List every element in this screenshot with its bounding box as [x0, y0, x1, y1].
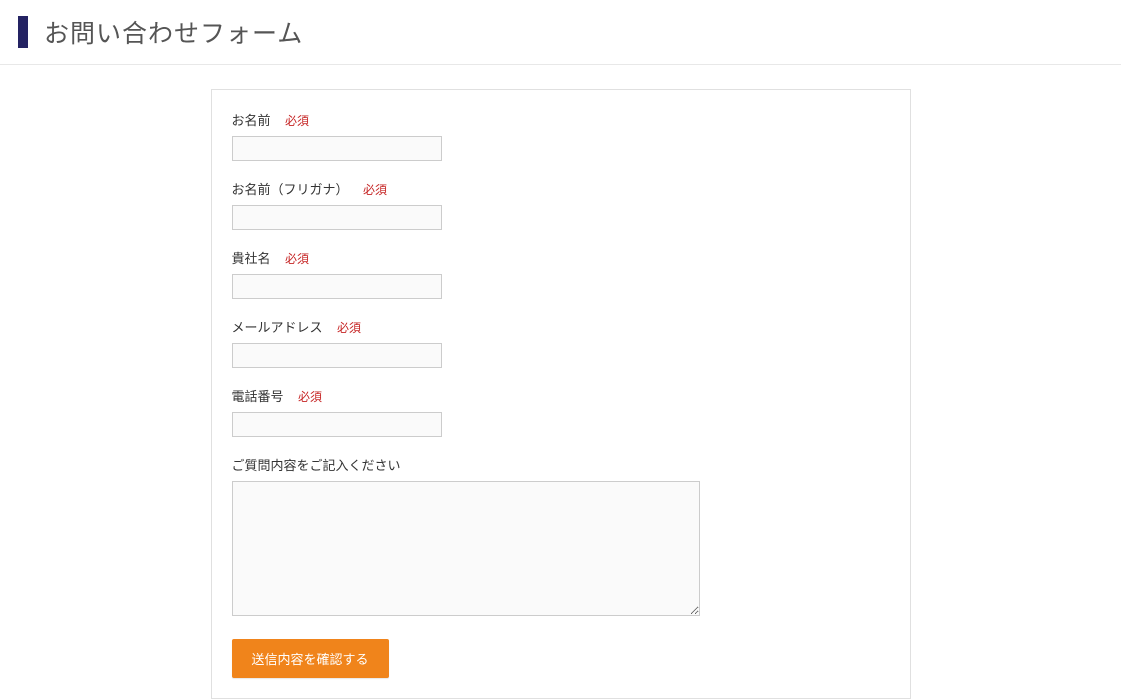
form-group-company: 貴社名 必須	[232, 248, 890, 299]
required-tag: 必須	[285, 114, 309, 128]
required-tag: 必須	[298, 390, 322, 404]
name-input[interactable]	[232, 136, 442, 161]
page-title: お問い合わせフォーム	[44, 14, 303, 50]
form-group-name: お名前 必須	[232, 110, 890, 161]
email-label: メールアドレス	[232, 320, 323, 335]
required-tag: 必須	[337, 321, 361, 335]
label-row: メールアドレス 必須	[232, 317, 890, 337]
message-label: ご質問内容をご記入ください	[232, 458, 401, 473]
name-furigana-input[interactable]	[232, 205, 442, 230]
form-group-phone: 電話番号 必須	[232, 386, 890, 437]
phone-label: 電話番号	[232, 389, 284, 404]
name-label: お名前	[232, 113, 271, 128]
company-label: 貴社名	[232, 251, 271, 266]
name-furigana-label: お名前（フリガナ）	[232, 182, 349, 197]
page-header: お問い合わせフォーム	[0, 0, 1121, 65]
submit-button[interactable]: 送信内容を確認する	[232, 639, 389, 678]
required-tag: 必須	[285, 252, 309, 266]
contact-form: お名前 必須 お名前（フリガナ） 必須 貴社名 必須 メールアドレス 必須 電話…	[211, 89, 911, 699]
phone-input[interactable]	[232, 412, 442, 437]
form-group-email: メールアドレス 必須	[232, 317, 890, 368]
message-textarea[interactable]	[232, 481, 700, 616]
header-accent-bar	[18, 16, 28, 48]
form-group-message: ご質問内容をご記入ください	[232, 455, 890, 621]
required-tag: 必須	[363, 183, 387, 197]
label-row: お名前（フリガナ） 必須	[232, 179, 890, 199]
label-row: 電話番号 必須	[232, 386, 890, 406]
company-input[interactable]	[232, 274, 442, 299]
label-row: ご質問内容をご記入ください	[232, 455, 890, 475]
label-row: お名前 必須	[232, 110, 890, 130]
email-input[interactable]	[232, 343, 442, 368]
form-group-name-furigana: お名前（フリガナ） 必須	[232, 179, 890, 230]
label-row: 貴社名 必須	[232, 248, 890, 268]
